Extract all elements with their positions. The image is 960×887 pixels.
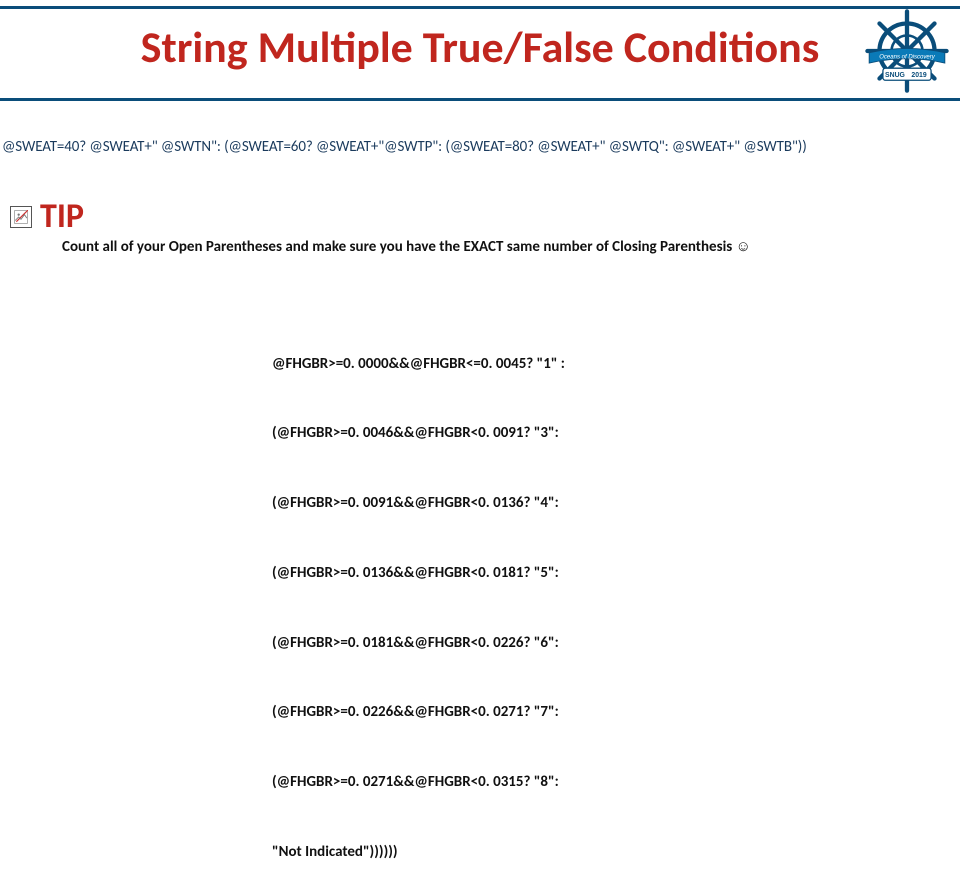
logo-badge-right: 2019 [911, 72, 926, 79]
code-line: @FHGBR>=0. 0000&&@FHGBR<=0. 0045? "1" : [272, 353, 565, 376]
event-logo: Oceans of Discovery SNUG 2019 [864, 8, 950, 94]
code-line: (@FHGBR>=0. 0136&&@FHGBR<0. 0181? "5": [272, 562, 565, 585]
code-line: (@FHGBR>=0. 0271&&@FHGBR<0. 0315? "8": [272, 771, 565, 794]
example-code-line: @SWEAT=40? @SWEAT+" @SWTN": (@SWEAT=60? … [2, 138, 958, 156]
code-line: (@FHGBR>=0. 0226&&@FHGBR<0. 0271? "7": [272, 701, 565, 724]
code-line: "Not Indicated")))))) [272, 841, 565, 864]
divider-under-title [0, 98, 960, 101]
logo-badge-left: SNUG [885, 72, 905, 79]
logo-banner-text: Oceans of Discovery [879, 55, 935, 61]
tip-text: Count all of your Open Parentheses and m… [62, 238, 751, 256]
code-block: @FHGBR>=0. 0000&&@FHGBR<=0. 0045? "1" : … [272, 306, 565, 887]
smiley-icon: ☺ [736, 238, 751, 255]
code-line: (@FHGBR>=0. 0046&&@FHGBR<0. 0091? "3": [272, 422, 565, 445]
code-line: (@FHGBR>=0. 0091&&@FHGBR<0. 0136? "4": [272, 492, 565, 515]
tip-text-body: Count all of your Open Parentheses and m… [62, 238, 736, 256]
missing-image-icon [10, 206, 32, 228]
divider-top [0, 6, 960, 9]
tip-label: TIP [40, 200, 84, 234]
code-line: (@FHGBR>=0. 0181&&@FHGBR<0. 0226? "6": [272, 632, 565, 655]
slide-title: String Multiple True/False Conditions [0, 20, 960, 74]
